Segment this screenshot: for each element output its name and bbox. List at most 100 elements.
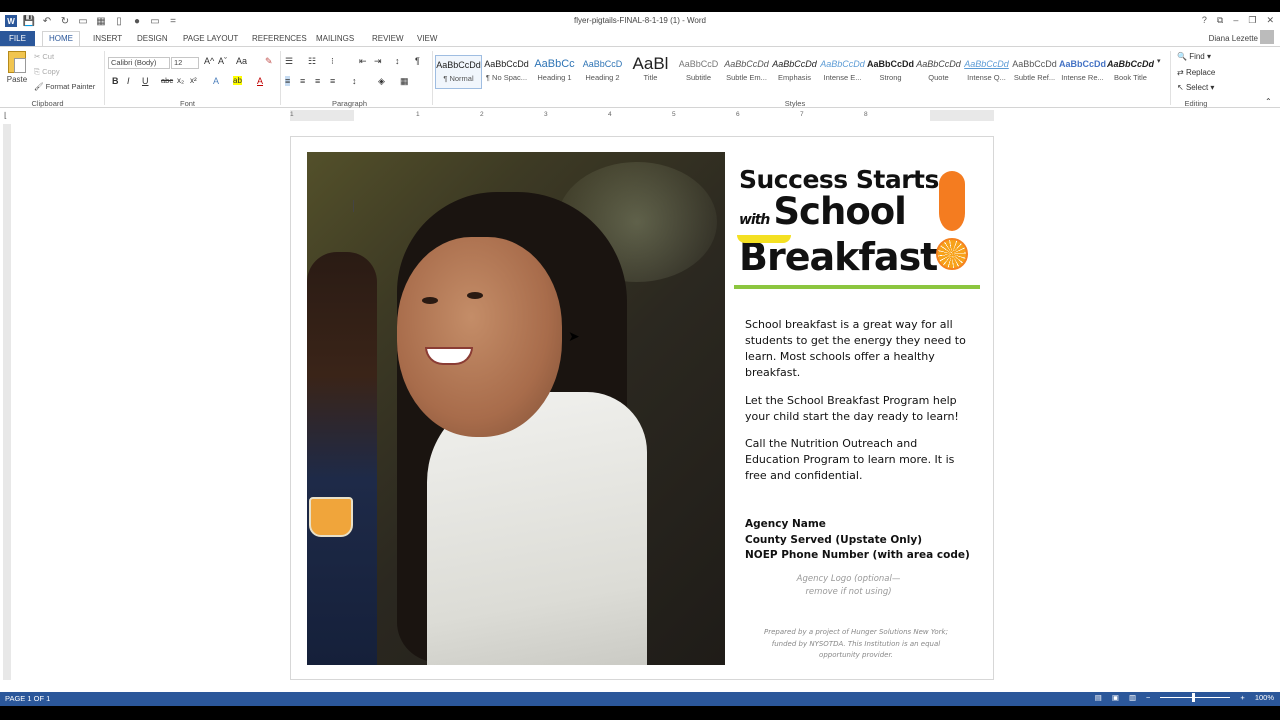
paragraph-group-label: Paragraph <box>331 99 368 108</box>
style-sample: AaBbCcD <box>678 59 719 69</box>
print-layout-icon[interactable]: ▣ <box>1112 693 1119 702</box>
show-marks-icon[interactable]: ¶ <box>415 56 420 66</box>
ruler-number: 1 <box>416 111 420 118</box>
style-heading-2[interactable]: AaBbCcD Heading 2 <box>579 55 626 89</box>
zoom-out-icon[interactable]: − <box>1146 693 1150 702</box>
format-painter-button[interactable]: 🖌 Format Painter <box>34 82 95 91</box>
change-case-icon[interactable]: Aa <box>236 56 247 66</box>
style-title[interactable]: AaBl Title <box>627 55 674 89</box>
clear-formatting-icon[interactable]: ✎ <box>265 56 273 67</box>
tab-review[interactable]: REVIEW <box>372 31 404 46</box>
select-button[interactable]: ↖ Select ▾ <box>1177 83 1214 92</box>
subscript-button[interactable]: x₂ <box>177 76 184 85</box>
style-intense-quote[interactable]: AaBbCcDd Intense Q... <box>963 55 1010 89</box>
sort-icon[interactable]: ↕ <box>395 56 400 66</box>
shading-icon[interactable]: ◈ <box>378 76 385 87</box>
collapse-ribbon-icon[interactable]: ⌃ <box>1265 97 1272 106</box>
ribbon-display-icon[interactable]: ⧉ <box>1217 15 1223 26</box>
ruler-number: 7 <box>800 111 804 118</box>
font-size-select[interactable]: 12 <box>171 57 199 69</box>
paste-button[interactable]: Paste <box>6 51 28 91</box>
word-window: W 💾 ↶ ↻ ▭ ▦ ▯ ● ▭ = flyer-pigtails-FINAL… <box>0 0 1280 720</box>
tab-view[interactable]: VIEW <box>417 31 437 46</box>
style-subtle-emphasis[interactable]: AaBbCcDd Subtle Em... <box>723 55 770 89</box>
styles-more-chevron-icon[interactable]: ▾ <box>1157 57 1161 65</box>
underline-button[interactable]: U <box>142 76 149 86</box>
style-heading-1[interactable]: AaBbCc Heading 1 <box>531 55 578 89</box>
document-page[interactable]: Success Starts with School Breakfast Scho… <box>290 136 994 680</box>
style-name: Title <box>643 73 658 82</box>
grow-font-icon[interactable]: A^ <box>204 56 214 66</box>
align-right-icon[interactable]: ≡ <box>315 76 320 86</box>
align-left-icon[interactable]: ≡ <box>285 76 291 86</box>
style-sample: AaBbCcDd <box>1059 59 1106 69</box>
line-spacing-icon[interactable]: ↕ <box>352 76 357 86</box>
ruler-number: 2 <box>480 111 484 118</box>
avatar[interactable] <box>1260 30 1274 44</box>
style-intense-reference[interactable]: AaBbCcDd Intense Re... <box>1059 55 1106 89</box>
cut-label: Cut <box>42 52 55 61</box>
tab-selector-icon[interactable]: ⌊ <box>4 111 12 121</box>
style-name: Strong <box>879 73 902 82</box>
superscript-button[interactable]: x² <box>190 76 197 85</box>
style-strong[interactable]: AaBbCcDd Strong <box>867 55 914 89</box>
document-title: flyer-pigtails-FINAL-8-1-19 (1) - Word <box>574 16 706 25</box>
style-subtitle[interactable]: AaBbCcD Subtitle <box>675 55 722 89</box>
close-icon[interactable]: ✕ <box>1266 15 1274 26</box>
tab-references[interactable]: REFERENCES <box>252 31 307 46</box>
zoom-slider[interactable] <box>1160 693 1231 702</box>
tab-page-layout[interactable]: PAGE LAYOUT <box>183 31 238 46</box>
copy-button[interactable]: ⎘ Copy <box>34 67 60 77</box>
girl-smiling-photo[interactable] <box>307 152 725 665</box>
numbering-icon[interactable]: ☷ <box>308 56 316 67</box>
zoom-level[interactable]: 100% <box>1255 693 1274 702</box>
minimize-icon[interactable]: – <box>1233 15 1238 26</box>
footer-credit: Prepared by a project of Hunger Solution… <box>764 628 948 659</box>
help-icon[interactable]: ? <box>1202 15 1207 26</box>
horizontal-ruler[interactable]: 1 1 2 3 4 5 6 7 8 <box>290 110 994 121</box>
replace-button[interactable]: ⇄ Replace <box>1177 68 1215 77</box>
style-intense-emphasis[interactable]: AaBbCcDd Intense E... <box>819 55 866 89</box>
restore-icon[interactable]: ❐ <box>1248 15 1256 26</box>
read-mode-icon[interactable]: ▤ <box>1095 693 1102 702</box>
font-name-select[interactable]: Calibri (Body) <box>108 57 170 69</box>
carrot-exclamation-icon <box>939 171 965 231</box>
multilevel-list-icon[interactable]: ⁝ <box>331 56 334 67</box>
agency-logo-placeholder: Agency Logo (optional—remove if not usin… <box>796 574 901 597</box>
borders-icon[interactable]: ▦ <box>400 76 409 87</box>
text-effects-button[interactable]: A <box>213 76 219 86</box>
style-subtle-reference[interactable]: AaBbCcDd Subtle Ref... <box>1011 55 1058 89</box>
tab-mailings[interactable]: MAILINGS <box>316 31 354 46</box>
photo-fruit-cup <box>309 497 353 537</box>
style-normal[interactable]: AaBbCcDd ¶ Normal <box>435 55 482 89</box>
style-quote[interactable]: AaBbCcDd Quote <box>915 55 962 89</box>
bullets-icon[interactable]: ☰ <box>285 56 293 67</box>
style-sample: AaBbCcDd <box>867 59 914 69</box>
decrease-indent-icon[interactable]: ⇤ <box>359 56 367 67</box>
zoom-in-icon[interactable]: + <box>1240 693 1244 702</box>
style-emphasis[interactable]: AaBbCcDd Emphasis <box>771 55 818 89</box>
style-book-title[interactable]: AaBbCcDd Book Title <box>1107 55 1154 89</box>
shrink-font-icon[interactable]: Aˇ <box>218 56 227 66</box>
bold-button[interactable]: B <box>112 76 119 86</box>
vertical-ruler[interactable] <box>3 124 11 680</box>
font-color-button[interactable]: A <box>257 76 263 86</box>
strikethrough-button[interactable]: abc <box>161 76 173 85</box>
web-layout-icon[interactable]: ▥ <box>1129 693 1136 702</box>
highlight-button[interactable]: ab <box>233 76 242 85</box>
tab-home[interactable]: HOME <box>42 31 80 46</box>
user-name[interactable]: Diana Lezette <box>1209 34 1258 43</box>
style-name: Subtle Em... <box>726 73 767 82</box>
italic-button[interactable]: I <box>127 76 130 86</box>
style-no-spacing[interactable]: AaBbCcDd ¶ No Spac... <box>483 55 530 89</box>
find-button[interactable]: 🔍 Find ▾ <box>1177 52 1211 61</box>
cut-button[interactable]: ✂ Cut <box>34 52 54 61</box>
increase-indent-icon[interactable]: ⇥ <box>374 56 382 67</box>
style-name: Subtle Ref... <box>1013 73 1056 82</box>
tab-design[interactable]: DESIGN <box>137 31 168 46</box>
tab-insert[interactable]: INSERT <box>93 31 122 46</box>
page-count[interactable]: PAGE 1 OF 1 <box>5 694 50 703</box>
align-center-icon[interactable]: ≡ <box>300 76 305 86</box>
justify-icon[interactable]: ≡ <box>330 76 335 86</box>
tab-file[interactable]: FILE <box>0 31 35 46</box>
